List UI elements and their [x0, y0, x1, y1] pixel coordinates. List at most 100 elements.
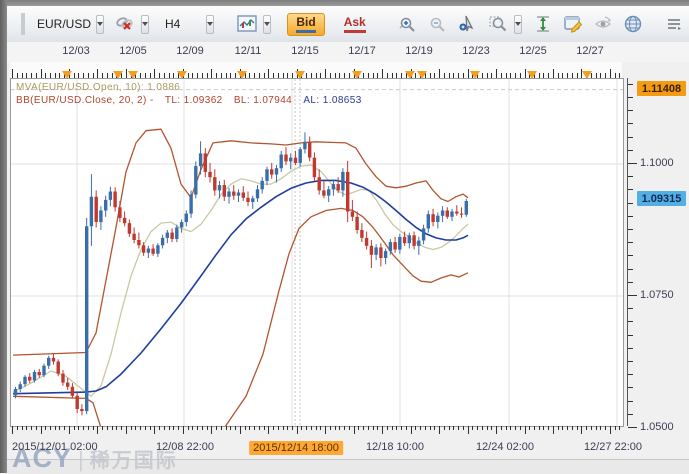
mva-label: MVA(EUR/USD.Open, 10): 1.0886	[16, 82, 181, 93]
candle-body	[189, 194, 193, 214]
candle-body	[298, 149, 302, 163]
unlink-icon[interactable]	[115, 13, 135, 35]
time-tick	[500, 426, 502, 430]
time-tick	[163, 426, 165, 430]
time-tick	[239, 426, 241, 434]
time-tick	[557, 426, 559, 430]
time-tick	[581, 426, 583, 434]
bb-tl-value: TL: 1.09362	[164, 95, 223, 106]
time-tick	[12, 69, 13, 78]
zoom-in-icon[interactable]	[398, 13, 418, 35]
price-tick	[628, 189, 633, 190]
time-tick	[31, 426, 32, 430]
bottom-date-label: 12/27 22:00	[583, 441, 643, 453]
top-time-ruler[interactable]	[10, 62, 622, 79]
time-tick	[325, 69, 327, 78]
candle-body	[217, 185, 222, 191]
time-tick	[211, 426, 213, 434]
time-tick	[197, 426, 199, 430]
time-tick	[439, 69, 441, 78]
bottom-date-label: 12/18 10:00	[365, 441, 425, 453]
fit-vertical-icon[interactable]	[533, 13, 553, 35]
box-zoom-dropdown[interactable]	[513, 14, 522, 34]
candle-body	[80, 409, 84, 412]
indicator-label-bb: BB(EUR/USD.Close, 20, 2) - TL: 1.09362 B…	[16, 95, 362, 106]
candlestick-chart	[11, 79, 623, 462]
time-tick	[26, 426, 28, 430]
time-tick	[377, 426, 379, 430]
time-tick	[363, 426, 365, 430]
chart-plot-area[interactable]	[10, 78, 624, 462]
time-tick	[135, 426, 137, 430]
candle-body	[388, 242, 393, 252]
bid-button[interactable]: Bid	[287, 12, 325, 36]
candle-body	[312, 157, 317, 178]
candle-body	[303, 141, 307, 150]
price-tick	[628, 150, 633, 151]
bottom-date-label: 2015/12/01 02:00	[12, 441, 98, 453]
time-tick	[216, 426, 217, 430]
top-date-label: 12/17	[348, 45, 376, 57]
time-tick	[244, 426, 246, 430]
box-zoom-icon[interactable]	[488, 13, 508, 35]
time-tick	[235, 426, 236, 430]
price-tick	[628, 401, 633, 402]
candle-body	[42, 365, 46, 376]
candle-body	[227, 191, 231, 197]
time-tick	[605, 426, 607, 430]
time-tick	[225, 426, 227, 430]
time-tick	[334, 426, 336, 430]
time-tick	[211, 69, 213, 78]
top-date-label: 12/27	[576, 45, 604, 57]
note-icon[interactable]	[563, 13, 583, 35]
time-tick	[78, 426, 80, 430]
candle-body	[459, 213, 464, 215]
time-tick	[268, 69, 270, 78]
globe-icon[interactable]	[623, 13, 643, 35]
chart-type-dropdown[interactable]	[263, 14, 272, 34]
candle-body	[445, 210, 449, 217]
time-tick	[358, 426, 360, 430]
candle-body	[440, 210, 445, 216]
indicator-label-mva: MVA(EUR/USD.Open, 10): 1.0886	[16, 82, 180, 93]
chart-type-icon[interactable]	[237, 13, 258, 35]
chevron-down-icon	[514, 22, 521, 26]
time-tick	[83, 426, 85, 430]
price-tick	[628, 361, 633, 362]
selected-date-label: 2015/12/14 18:00	[249, 441, 343, 455]
top-date-label: 12/19	[405, 45, 433, 57]
overflow-menu-icon[interactable]	[665, 13, 683, 35]
time-tick	[254, 426, 255, 430]
pointer-zoom-icon[interactable]	[458, 13, 478, 35]
symbol-dropdown[interactable]	[96, 14, 105, 34]
time-tick	[386, 426, 388, 430]
candle-body	[464, 201, 468, 215]
top-date-row: 12/03 12/05 12/09 12/11 12/15 12/17 12/19 12/23…	[7, 42, 689, 62]
bid-price-badge: 1.09315	[637, 191, 686, 206]
price-tick	[628, 348, 633, 349]
time-tick	[178, 426, 180, 430]
candle-body	[47, 357, 51, 366]
top-date-label: 12/03	[62, 45, 90, 57]
candle-body	[94, 196, 98, 222]
price-tick	[628, 137, 633, 138]
zoom-out-icon[interactable]	[428, 13, 448, 35]
candle-body	[151, 248, 155, 254]
toolbar-grip[interactable]	[21, 13, 25, 35]
candle-body	[108, 191, 113, 200]
view-refresh-icon[interactable]	[593, 13, 613, 35]
time-tick	[472, 426, 474, 430]
timeframe-dropdown[interactable]	[206, 14, 215, 34]
unlink-dropdown[interactable]	[141, 14, 150, 34]
ask-button[interactable]: Ask	[335, 12, 375, 37]
candle-body	[369, 245, 374, 255]
time-tick	[35, 426, 37, 430]
time-tick	[154, 426, 156, 434]
candle-body	[364, 237, 369, 246]
time-tick	[443, 426, 445, 430]
time-tick	[273, 426, 274, 430]
bottom-time-ruler[interactable]	[10, 426, 622, 438]
time-tick	[320, 426, 322, 430]
alert-price-badge: 1.11408	[637, 81, 686, 96]
price-tick	[628, 242, 633, 243]
